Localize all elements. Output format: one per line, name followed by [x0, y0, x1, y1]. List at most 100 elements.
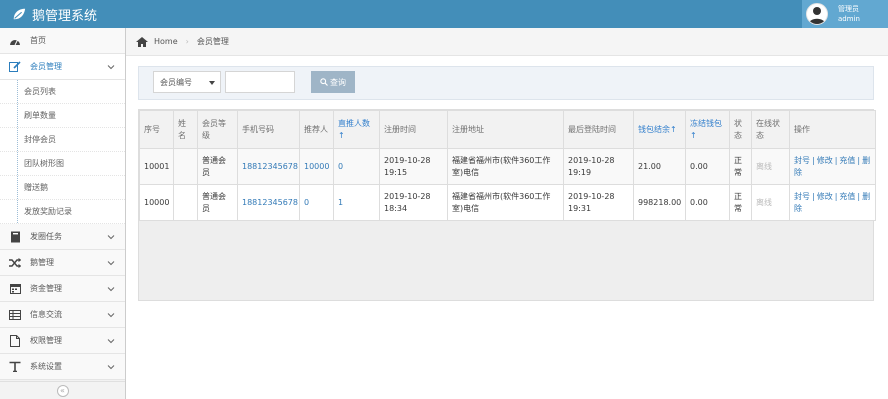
dashboard-icon: [8, 35, 22, 47]
cell-direct-count-link[interactable]: 1: [333, 184, 380, 221]
col-header-online: 在线状态: [751, 110, 790, 149]
edit-link[interactable]: 修改: [817, 156, 833, 165]
sidebar-item-label: 鹅管理: [30, 258, 54, 267]
action-separator: |: [857, 191, 861, 201]
cell-reg-address: 福建省福州市(软件360工作室)电信: [447, 184, 564, 221]
cell-frozen-wallet: 0.00: [685, 184, 730, 221]
edit-link[interactable]: 修改: [817, 192, 833, 201]
col-header-level: 会员等级: [197, 110, 238, 149]
breadcrumb-current: 会员管理: [196, 37, 229, 46]
chevron-down-icon: [107, 287, 115, 292]
col-header-status: 状态: [729, 110, 752, 149]
sidebar-subitem-banned-members[interactable]: 封停会员: [0, 128, 125, 152]
cell-level: 普通会员: [197, 148, 238, 185]
cell-status: 正常: [729, 184, 752, 221]
col-header-last-login: 最后登陆时间: [563, 110, 634, 149]
cell-referrer-link[interactable]: 10000: [299, 148, 334, 185]
col-header-name: 姓名: [173, 110, 198, 149]
chevron-down-icon: [107, 65, 115, 70]
cell-wallet-balance: 998218.00: [633, 184, 686, 221]
cell-direct-count-link[interactable]: 0: [333, 148, 380, 185]
sidebar-item-label: 系统设置: [30, 362, 62, 371]
file-icon: [8, 334, 22, 347]
cell-actions: 封号 | 修改 | 充值 | 删除: [789, 184, 876, 221]
cell-name: [173, 148, 198, 185]
ban-link[interactable]: 封号: [794, 156, 810, 165]
recharge-link[interactable]: 充值: [839, 192, 855, 201]
cell-reg-address: 福建省福州市(软件360工作室)电信: [447, 148, 564, 185]
sidebar-subitem-reward-records[interactable]: 发放奖励记录: [0, 200, 125, 224]
sidebar-subitem-label: 团队树形图: [24, 159, 64, 168]
cell-frozen-wallet: 0.00: [685, 148, 730, 185]
sidebar-subitem-order-count[interactable]: 刷单数量: [0, 104, 125, 128]
sidebar-item-circle-tasks[interactable]: 发圈任务: [0, 224, 125, 250]
cell-actions: 封号 | 修改 | 充值 | 删除: [789, 148, 876, 185]
breadcrumb-home-link[interactable]: Home: [154, 37, 178, 46]
search-field-select-value: 会员编号: [160, 77, 192, 87]
app-brand[interactable]: 鹅管理系统: [12, 4, 97, 24]
cell-online-status: 离线: [751, 148, 790, 185]
member-table: 序号 姓名 会员等级 手机号码 推荐人 直推人数↑ 注册时间 注册地址 最后登陆…: [139, 110, 876, 221]
search-button-label: 查询: [330, 77, 346, 87]
action-separator: |: [812, 155, 815, 165]
sidebar-item-permissions[interactable]: 权限管理: [0, 328, 125, 354]
cell-status: 正常: [729, 148, 752, 185]
col-header-reg-address: 注册地址: [447, 110, 564, 149]
search-field-select[interactable]: 会员编号: [153, 71, 221, 93]
cell-level: 普通会员: [197, 184, 238, 221]
sidebar-subitem-label: 发放奖励记录: [24, 207, 72, 216]
sidebar-item-label: 资金管理: [30, 284, 62, 293]
cell-phone-link[interactable]: 18812345678: [237, 148, 300, 185]
action-separator: |: [834, 155, 838, 165]
recharge-link[interactable]: 充值: [839, 156, 855, 165]
sidebar-item-members[interactable]: 会员管理: [0, 54, 125, 80]
action-separator: |: [812, 191, 815, 201]
cell-name: [173, 184, 198, 221]
sidebar-subitem-team-tree[interactable]: 团队树形图: [0, 152, 125, 176]
col-header-direct-count[interactable]: 直推人数↑: [333, 110, 380, 149]
action-separator: |: [834, 191, 838, 201]
col-header-actions: 操作: [789, 110, 876, 149]
cell-last-login: 2019-10-28 19:19: [563, 148, 634, 185]
sidebar-subitem-member-list[interactable]: 会员列表: [0, 80, 125, 104]
sidebar-collapse-toggle[interactable]: «: [0, 381, 125, 399]
chevron-down-icon: [107, 261, 115, 266]
col-header-frozen-wallet[interactable]: 冻结钱包↑: [685, 110, 730, 149]
breadcrumb: Home › 会员管理: [126, 28, 888, 56]
table-row: 10001 普通会员 18812345678 10000 0 2019-10-2…: [139, 148, 876, 185]
sidebar-subitem-gift-goose[interactable]: 赠送鹅: [0, 176, 125, 200]
cell-index: 10001: [139, 148, 174, 185]
table-icon: [8, 309, 22, 321]
search-button[interactable]: 查询: [311, 71, 355, 93]
table-header-row: 序号 姓名 会员等级 手机号码 推荐人 直推人数↑ 注册时间 注册地址 最后登陆…: [139, 110, 876, 149]
sidebar-item-home[interactable]: 首页: [0, 28, 125, 54]
user-menu[interactable]: 管理员 admin: [802, 0, 888, 28]
user-role: 管理员: [838, 5, 859, 13]
user-avatar-icon: [809, 7, 825, 24]
member-table-container: 序号 姓名 会员等级 手机号码 推荐人 直推人数↑ 注册时间 注册地址 最后登陆…: [138, 109, 876, 301]
ban-link[interactable]: 封号: [794, 192, 810, 201]
sidebar-item-goose-management[interactable]: 鹅管理: [0, 250, 125, 276]
sidebar-item-label: 会员管理: [30, 62, 62, 71]
col-header-wallet-balance[interactable]: 钱包结余↑: [633, 110, 686, 149]
app-title: 鹅管理系统: [32, 8, 98, 24]
calendar-icon: [8, 283, 22, 295]
cell-referrer-link[interactable]: 0: [299, 184, 334, 221]
sidebar-item-system-settings[interactable]: 系统设置: [0, 354, 125, 380]
cell-phone-link[interactable]: 18812345678: [237, 184, 300, 221]
col-header-reg-time: 注册时间: [379, 110, 448, 149]
caret-down-icon: [209, 81, 215, 85]
sidebar: 首页 会员管理 会员列表 刷单数量 封停会员 团队树形图 赠送鹅 发放奖励记录 …: [0, 28, 126, 399]
user-name: admin: [838, 15, 860, 23]
home-icon: [136, 36, 148, 47]
search-bar: 会员编号 查询: [138, 66, 874, 100]
text-icon: [8, 361, 22, 373]
col-header-index: 序号: [139, 110, 174, 149]
double-chevron-left-icon[interactable]: «: [56, 384, 69, 397]
search-input[interactable]: [225, 71, 295, 93]
book-icon: [8, 231, 22, 243]
sidebar-item-funds[interactable]: 资金管理: [0, 276, 125, 302]
search-icon: [320, 78, 328, 86]
sidebar-item-messages[interactable]: 信息交流: [0, 302, 125, 328]
cell-wallet-balance: 21.00: [633, 148, 686, 185]
